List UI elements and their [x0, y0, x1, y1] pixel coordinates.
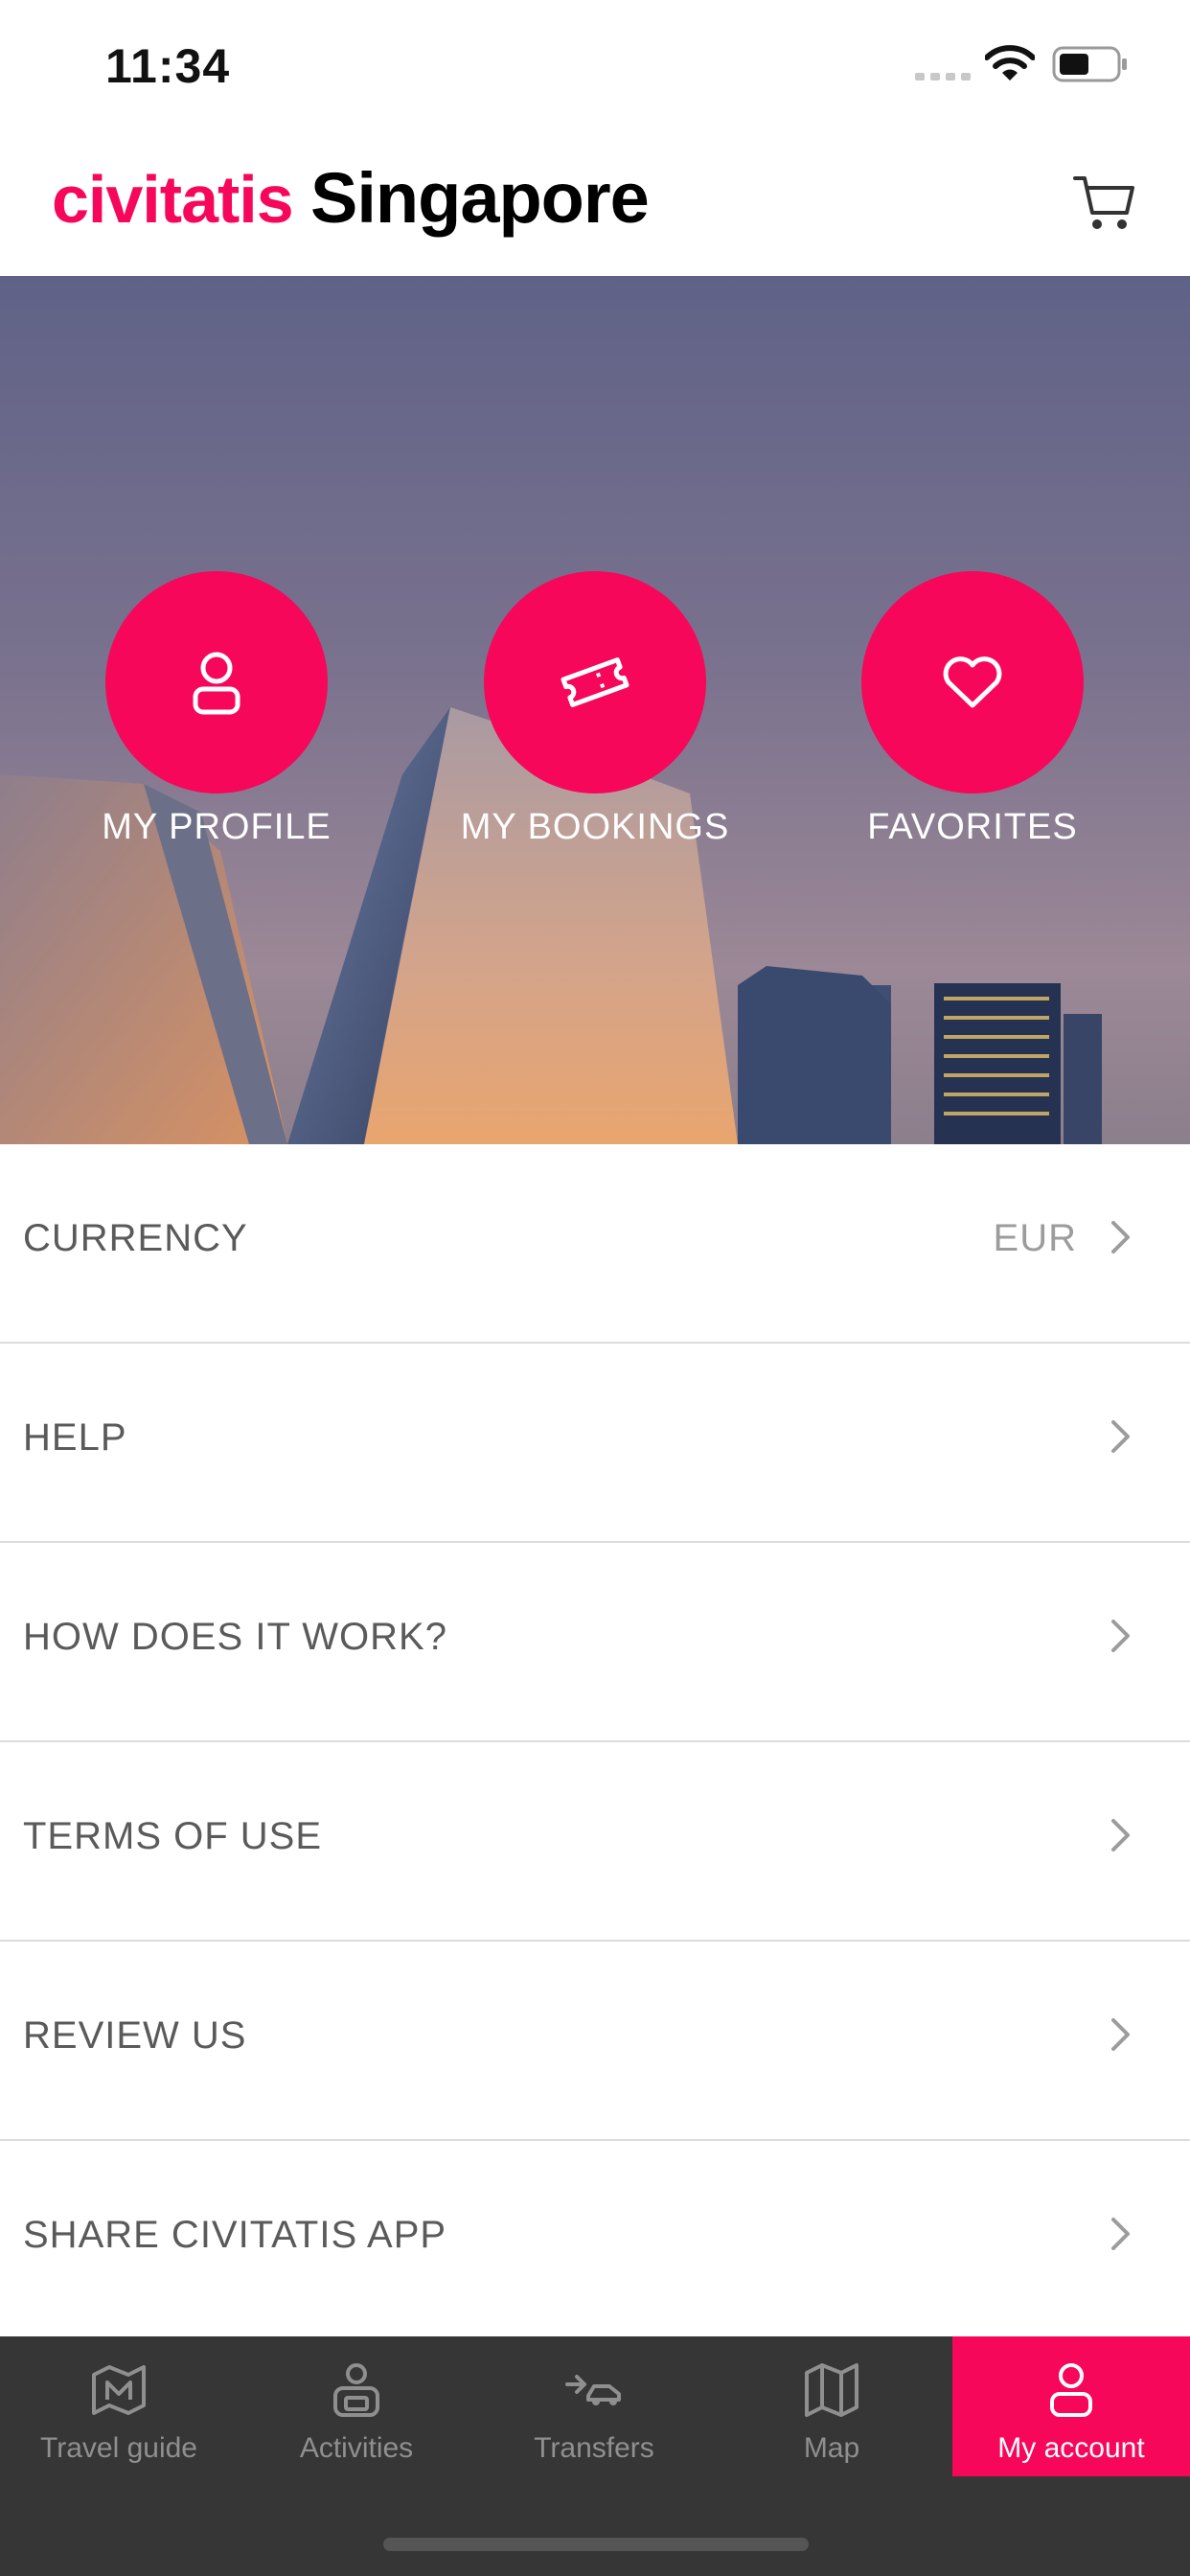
tab-label: My account — [997, 2432, 1145, 2464]
battery-icon — [1052, 46, 1127, 82]
my-bookings-circle[interactable] — [484, 571, 706, 794]
chevron-right-icon — [1111, 1221, 1130, 1254]
favorites-shortcut[interactable]: FAVORITES — [800, 571, 1145, 848]
menu-item-label: HOW DOES IT WORK? — [23, 1616, 447, 1658]
activities-icon — [333, 2363, 379, 2417]
account-menu-list: CURRENCY EUR HELP HOW DOES IT WORK? TERM… — [0, 1144, 1190, 2340]
page-title: Singapore — [310, 158, 650, 238]
menu-item-label: SHARE CIVITATIS APP — [23, 2214, 447, 2256]
ticket-icon — [561, 657, 629, 707]
tab-label: Travel guide — [40, 2432, 197, 2464]
account-icon — [1050, 2363, 1092, 2417]
menu-item-label: HELP — [23, 1416, 127, 1459]
status-bar: 11:34 — [0, 0, 1190, 134]
tab-label: Transfers — [534, 2432, 654, 2464]
cart-icon[interactable] — [1071, 169, 1138, 236]
wifi-icon — [985, 45, 1035, 80]
tab-label: Activities — [299, 2432, 414, 2464]
menu-item-currency[interactable]: CURRENCY EUR — [0, 1144, 1190, 1344]
tab-activities[interactable]: Activities — [238, 2336, 475, 2476]
bottom-tab-bar: Travel guide Activities Transfers Map My… — [0, 2336, 1190, 2576]
status-time: 11:34 — [105, 39, 231, 93]
my-profile-circle[interactable] — [105, 571, 328, 794]
tab-label: Map — [803, 2432, 860, 2464]
user-icon — [193, 652, 240, 715]
app-header: civitatis Singapore — [0, 134, 1190, 276]
map-guide-icon — [92, 2365, 146, 2415]
chevron-right-icon — [1111, 1420, 1130, 1453]
menu-item-terms-of-use[interactable]: TERMS OF USE — [0, 1742, 1190, 1942]
chevron-right-icon — [1111, 2018, 1130, 2051]
hero-banner: MY PROFILE MY BOOKINGS FAVORITES — [0, 276, 1190, 1144]
tab-travel-guide[interactable]: Travel guide — [0, 2336, 238, 2476]
chevron-right-icon — [1111, 2218, 1130, 2250]
transfers-icon — [565, 2375, 621, 2405]
menu-item-label: REVIEW US — [23, 2014, 247, 2057]
chevron-right-icon — [1111, 1819, 1130, 1852]
currency-value: EUR — [993, 1217, 1077, 1259]
chevron-right-icon — [1111, 1620, 1130, 1652]
tab-map[interactable]: Map — [713, 2336, 950, 2476]
menu-item-help[interactable]: HELP — [0, 1344, 1190, 1543]
tab-transfers[interactable]: Transfers — [475, 2336, 713, 2476]
my-profile-shortcut[interactable]: MY PROFILE — [44, 571, 389, 848]
my-bookings-shortcut[interactable]: MY BOOKINGS — [423, 571, 767, 848]
heart-icon — [943, 656, 1002, 708]
favorites-label: FAVORITES — [867, 807, 1078, 847]
map-icon — [805, 2363, 858, 2417]
favorites-circle[interactable] — [861, 571, 1084, 794]
menu-item-label: CURRENCY — [23, 1217, 248, 1259]
my-profile-label: MY PROFILE — [102, 807, 332, 847]
menu-item-review-us[interactable]: REVIEW US — [0, 1942, 1190, 2141]
menu-item-label: TERMS OF USE — [23, 1815, 323, 1857]
menu-item-how-does-it-work[interactable]: HOW DOES IT WORK? — [0, 1543, 1190, 1742]
tab-my-account[interactable]: My account — [952, 2336, 1190, 2476]
menu-item-share-app[interactable]: SHARE CIVITATIS APP — [0, 2141, 1190, 2340]
cellular-signal-icon — [915, 73, 971, 80]
home-indicator — [383, 2538, 809, 2551]
civitatis-logo[interactable]: civitatis — [52, 161, 294, 238]
my-bookings-label: MY BOOKINGS — [460, 807, 730, 847]
